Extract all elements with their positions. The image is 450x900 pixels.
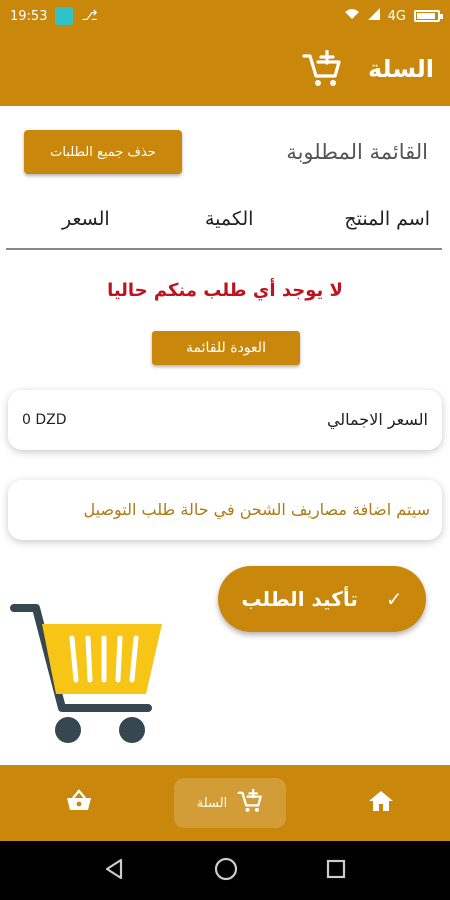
page-title: السلة xyxy=(367,55,434,83)
delete-all-button[interactable]: حذف جميع الطلبات xyxy=(24,130,182,174)
bottom-navigation: السلة xyxy=(0,765,450,841)
recents-icon[interactable] xyxy=(325,858,347,884)
divider xyxy=(6,248,442,250)
column-header-product-name: اسم المنتج xyxy=(344,208,430,230)
shipping-note: سيتم اضافة مصاريف الشحن في حالة طلب التو… xyxy=(83,500,431,519)
network-type: 4G xyxy=(387,8,406,24)
total-label: السعر الاجمالي xyxy=(326,410,428,429)
list-title: القائمة المطلوبة xyxy=(286,140,428,164)
check-icon: ✓ xyxy=(385,587,403,611)
app-notification-icon xyxy=(55,7,74,25)
status-time: 19:53 xyxy=(10,8,48,24)
back-to-menu-button[interactable]: العودة للقائمة xyxy=(152,331,300,365)
table-header: السعر الكمية اسم المنتج xyxy=(0,208,450,242)
cart-add-icon[interactable] xyxy=(302,50,342,88)
cart-add-icon xyxy=(237,788,263,817)
status-bar: 19:53 ⎇ 4G xyxy=(0,0,450,32)
wifi-icon xyxy=(344,8,360,24)
signal-icon xyxy=(367,8,380,24)
system-navigation-bar xyxy=(0,841,450,900)
shipping-note-card: سيتم اضافة مصاريف الشحن في حالة طلب التو… xyxy=(8,480,442,540)
usb-icon: ⎇ xyxy=(81,8,98,24)
nav-basket[interactable] xyxy=(66,789,92,817)
column-header-quantity: الكمية xyxy=(205,208,254,230)
home-circle-icon[interactable] xyxy=(213,856,239,886)
basket-icon xyxy=(66,789,92,817)
total-value: 0 DZD xyxy=(22,412,67,428)
empty-message: لا يوجد أي طلب منكم حاليا xyxy=(107,280,343,301)
list-header: حذف جميع الطلبات القائمة المطلوبة xyxy=(24,128,428,176)
home-icon xyxy=(368,789,394,817)
back-icon[interactable] xyxy=(103,857,127,885)
nav-home[interactable] xyxy=(368,789,394,817)
nav-cart[interactable]: السلة xyxy=(174,778,286,828)
confirm-order-label: تأكيد الطلب xyxy=(241,587,358,611)
battery-icon xyxy=(414,10,443,22)
total-card: السعر الاجمالي 0 DZD xyxy=(8,390,442,450)
nav-cart-label: السلة xyxy=(196,795,228,811)
status-bar-left: 19:53 ⎇ xyxy=(10,7,98,25)
app-bar: السلة xyxy=(0,32,450,106)
shopping-cart-illustration xyxy=(10,602,170,756)
confirm-order-button[interactable]: تأكيد الطلب ✓ xyxy=(218,566,426,632)
column-header-price: السعر xyxy=(62,208,110,230)
status-bar-right: 4G xyxy=(344,8,443,24)
